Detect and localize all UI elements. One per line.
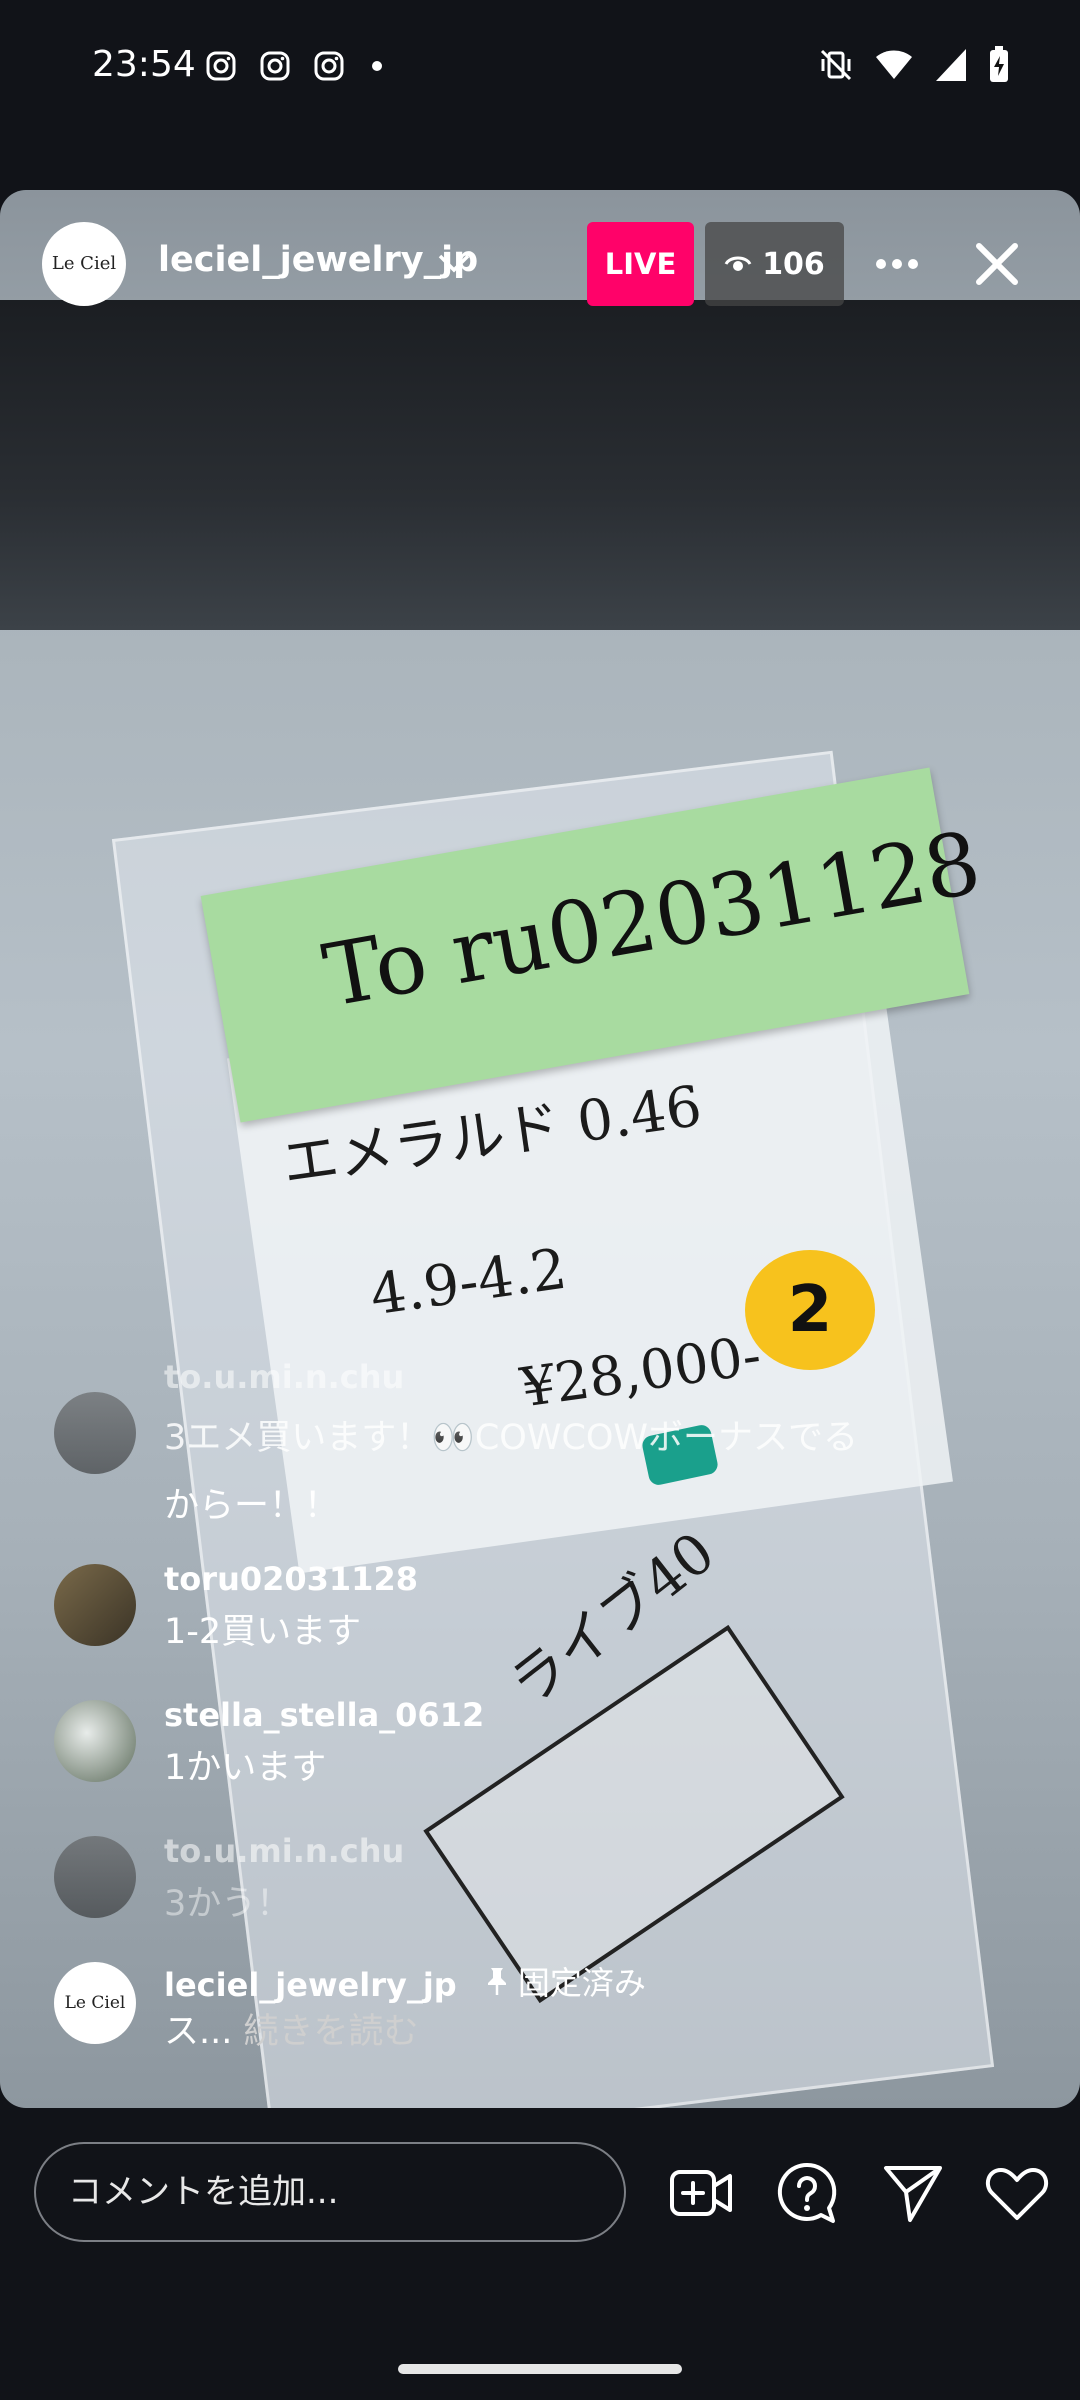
comment-text: 3かう！ [164,1884,292,1924]
pinned-comment-snippet: ス... [164,2012,233,2052]
number-sticker: 2 [745,1250,875,1370]
comment-username[interactable]: to.u.mi.n.chu [164,1832,404,1870]
comment-text: 1かいます [164,1748,327,1788]
mute-vibrate-icon [820,49,852,81]
notification-icons [205,50,387,82]
more-options-icon[interactable] [865,232,929,296]
comment-avatar[interactable] [54,1564,136,1646]
comment-text-continued: からー！！ [164,1486,340,1526]
comment-avatar[interactable]: Le Ciel [54,1962,136,2044]
comment-avatar[interactable] [54,1700,136,1782]
live-badge: LIVE [587,222,694,306]
dot-icon [372,61,382,71]
read-more-link[interactable]: 続きを読む [244,2012,419,2052]
chevron-down-icon[interactable] [436,252,472,276]
status-bar: 23:54 [0,0,1080,135]
close-icon[interactable] [965,232,1029,296]
instagram-icon [206,51,236,81]
instagram-icon [314,51,344,81]
viewer-count: 106 [762,246,825,282]
host-username[interactable]: leciel_jewelry_jp [158,240,478,280]
viewer-count-badge[interactable]: 106 [705,222,844,306]
comment-username[interactable]: toru02031128 [164,1560,418,1598]
wifi-icon [876,50,912,79]
eye-icon [724,256,752,271]
pinned-comment-text: ス... 続きを読む [164,1998,984,2066]
instagram-icon [260,51,290,81]
pin-icon [487,1968,506,1995]
comment-text: 3エメ買います！👀COWCOWボーナスでる [164,1418,859,1458]
video-background-band [0,300,1080,630]
comment-username[interactable]: to.u.mi.n.chu [164,1358,404,1396]
status-time: 23:54 [92,44,196,85]
battery-charging-icon [990,46,1008,82]
send-icon[interactable] [880,2160,946,2226]
comment-avatar[interactable] [54,1836,136,1918]
comment-input[interactable]: コメントを追加... [34,2142,626,2242]
home-indicator[interactable] [398,2364,682,2374]
comment-text: 1-2買います [164,1612,362,1652]
question-icon[interactable] [774,2160,840,2226]
add-video-icon[interactable] [668,2160,734,2226]
host-avatar[interactable]: Le Ciel [42,222,126,306]
comment-username[interactable]: stella_stella_0612 [164,1696,484,1734]
heart-icon[interactable] [984,2160,1050,2226]
system-icons [818,46,1010,84]
comment-avatar[interactable] [54,1392,136,1474]
signal-icon [936,49,966,81]
